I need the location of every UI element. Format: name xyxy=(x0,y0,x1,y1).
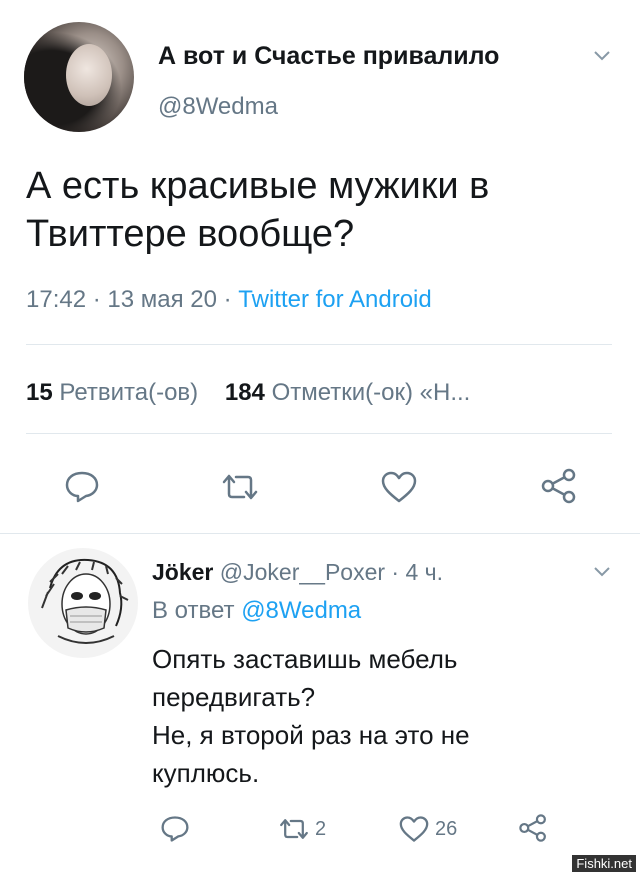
tweet-meta: 17:42 · 13 мая 20 · Twitter for Android xyxy=(26,286,432,314)
retweet-icon[interactable] xyxy=(218,472,262,502)
tweet-text: А есть красивые мужики в Твиттере вообще… xyxy=(26,162,626,258)
reply-to: В ответ @8Wedma xyxy=(152,597,361,625)
share-icon[interactable] xyxy=(518,813,548,843)
reply-display-name[interactable]: Jöker xyxy=(152,559,213,585)
reply-to-mention[interactable]: @8Wedma xyxy=(241,597,361,624)
likes-count: 184 xyxy=(224,379,265,406)
reply-icon[interactable] xyxy=(160,815,190,843)
reply-text-line: Опять заставишь мебель xyxy=(152,644,458,674)
reply-avatar[interactable] xyxy=(28,548,138,658)
user-handle[interactable]: @8Wedma xyxy=(158,93,278,121)
chevron-down-icon[interactable] xyxy=(593,566,611,578)
reply-handle-time[interactable]: @Joker__Poxer · 4 ч. xyxy=(220,559,443,585)
tweet-source[interactable]: Twitter for Android xyxy=(238,286,431,313)
tweet-separator xyxy=(0,533,640,534)
watermark: Fishki.net xyxy=(572,855,636,872)
retweet-icon[interactable] xyxy=(276,817,312,841)
retweets-label: Ретвита(-ов) xyxy=(59,379,199,406)
likes-label: Отметки(-ок) «Н... xyxy=(271,379,471,406)
retweets-stat[interactable]: 15 Ретвита(-ов) xyxy=(26,379,198,406)
divider xyxy=(26,433,612,434)
reply-text-line: Не, я второй раз на это не xyxy=(152,720,470,750)
like-icon[interactable] xyxy=(380,470,418,504)
tweet-stats: 15 Ретвита(-ов) 184 Отметки(-ок) «Н... xyxy=(26,379,470,407)
avatar-face xyxy=(66,44,112,106)
like-count: 26 xyxy=(435,818,458,840)
reply-text-line: куплюсь. xyxy=(152,758,260,788)
tweet-time: 17:42 · 13 мая 20 · xyxy=(26,286,232,313)
reply-text: Опять заставишь мебель передвигать? Не, … xyxy=(152,640,592,792)
likes-stat[interactable]: 184 Отметки(-ок) «Н... xyxy=(225,379,471,406)
like-icon[interactable] xyxy=(398,815,430,843)
display-name[interactable]: А вот и Счастье привалило xyxy=(158,42,499,71)
avatar[interactable] xyxy=(24,22,134,132)
reply-header: Jöker @Joker__Poxer · 4 ч. xyxy=(152,559,443,586)
chevron-down-icon[interactable] xyxy=(593,50,611,62)
divider xyxy=(26,344,612,345)
tweet-text-line: Твиттере вообще? xyxy=(26,213,355,255)
share-icon[interactable] xyxy=(540,468,578,504)
reply-to-label: В ответ xyxy=(152,597,235,624)
retweet-count: 2 xyxy=(315,818,327,840)
retweets-count: 15 xyxy=(26,379,53,406)
reply-icon[interactable] xyxy=(64,470,100,504)
reply-text-line: передвигать? xyxy=(152,682,316,712)
tweet-text-line: А есть красивые мужики в xyxy=(26,165,490,207)
joker-avatar-icon xyxy=(41,558,129,644)
